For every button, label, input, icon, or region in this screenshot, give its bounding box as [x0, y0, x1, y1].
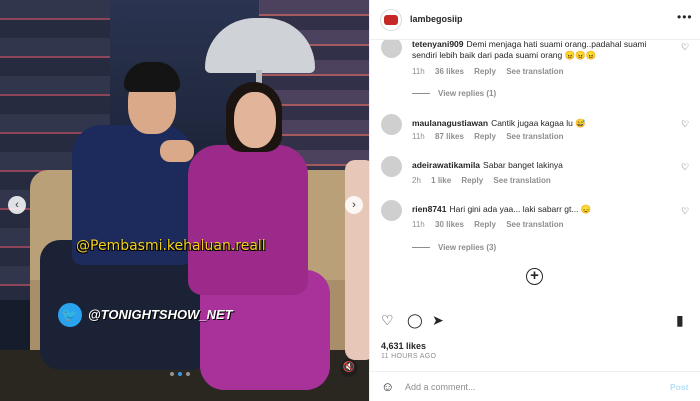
see-translation-button[interactable]: See translation — [506, 67, 563, 76]
comment-username[interactable]: tetenyani909 — [412, 40, 464, 49]
post-likes-count[interactable]: 4,631 likes — [381, 341, 426, 351]
carousel-dot — [170, 372, 174, 376]
view-replies-button[interactable]: View replies (3) — [412, 243, 496, 252]
avatar[interactable] — [381, 156, 402, 177]
comment-time: 2h — [412, 176, 421, 185]
comment-body: Hari gini ada yaa... laki sabarr gt... 😞 — [449, 204, 592, 214]
reply-button[interactable]: Reply — [474, 67, 496, 76]
comment-list[interactable]: tetenyani909 Demi menjaga hati suami oran… — [370, 40, 700, 305]
partial-person-right — [345, 160, 369, 360]
account-logo-icon — [384, 15, 398, 25]
comment-likes[interactable]: 1 like — [431, 176, 451, 185]
heart-icon[interactable]: ♡ — [381, 313, 394, 327]
load-more-comments-button[interactable]: + — [526, 268, 543, 285]
see-translation-button[interactable]: See translation — [493, 176, 550, 185]
comment-body: Sabar banget lakinya — [483, 160, 563, 170]
post-media[interactable]: @Pembasmi.kehaluan.reall 🐦 @TONIGHTSHOW_… — [0, 0, 369, 401]
carousel-next-button[interactable]: › — [345, 196, 363, 214]
emoji-icon[interactable]: ☺ — [381, 380, 394, 393]
carousel-prev-button[interactable]: ‹ — [8, 196, 26, 214]
see-translation-button[interactable]: See translation — [506, 132, 563, 141]
post-timestamp[interactable]: 11 HOURS AGO — [381, 353, 436, 360]
comment-icon[interactable]: ◯ — [407, 313, 423, 327]
man-hair — [124, 62, 180, 92]
replies-divider — [412, 93, 430, 94]
comment-meta: 11h 36 likes Reply See translation — [412, 67, 572, 76]
carousel-dot — [186, 372, 190, 376]
account-username[interactable]: lambegosiip — [410, 14, 463, 24]
comment-likes[interactable]: 36 likes — [435, 67, 464, 76]
carousel-dots — [170, 372, 190, 376]
account-avatar[interactable] — [380, 9, 402, 31]
view-replies-label: View replies (1) — [438, 89, 497, 98]
replies-divider — [412, 247, 430, 248]
comment-time: 11h — [412, 132, 425, 141]
comment-username[interactable]: adeirawatikamila — [412, 160, 480, 170]
comment-time: 11h — [412, 67, 425, 76]
watermark-handle: @Pembasmi.kehaluan.reall — [76, 238, 266, 254]
reply-button[interactable]: Reply — [474, 132, 496, 141]
reply-button[interactable]: Reply — [474, 220, 496, 229]
post-comment-button[interactable]: Post — [670, 382, 688, 392]
heart-icon[interactable]: ♡ — [681, 119, 689, 130]
twitter-icon: 🐦 — [58, 303, 82, 327]
mute-icon[interactable]: 🔇 — [340, 359, 358, 377]
twitter-handle: @TONIGHTSHOW_NET — [88, 307, 233, 322]
post-sidebar: lambegosiip ••• tetenyani909 Demi menjaga… — [369, 0, 700, 401]
comment-username[interactable]: rien8741 — [412, 204, 447, 214]
share-icon[interactable]: ➤ — [432, 313, 444, 327]
comment-text: adeirawatikamila Sabar banget lakinya — [412, 160, 672, 171]
comment-likes[interactable]: 87 likes — [435, 132, 464, 141]
comment-username[interactable]: maulanagustiawan — [412, 118, 488, 128]
view-replies-button[interactable]: View replies (1) — [412, 89, 496, 98]
view-replies-label: View replies (3) — [438, 243, 497, 252]
comment-text: tetenyani909 Demi menjaga hati suami oran… — [412, 40, 672, 61]
avatar[interactable] — [381, 114, 402, 135]
comment-body: Cantik jugaa kagaa lu 😅 — [491, 118, 586, 128]
comment-text: maulanagustiawan Cantik jugaa kagaa lu 😅 — [412, 118, 672, 129]
heart-icon[interactable]: ♡ — [681, 42, 689, 53]
comment-meta: 11h 30 likes Reply See translation — [412, 220, 572, 229]
comment-meta: 2h 1 like Reply See translation — [412, 176, 559, 185]
post-actions: ♡ ◯ ➤ ▮ — [370, 305, 700, 335]
comment-time: 11h — [412, 220, 425, 229]
reply-button[interactable]: Reply — [461, 176, 483, 185]
man-hand — [160, 140, 194, 162]
post-header: lambegosiip ••• — [370, 0, 700, 40]
more-horizontal-icon[interactable]: ••• — [677, 10, 693, 24]
comment-meta: 11h 87 likes Reply See translation — [412, 132, 572, 141]
woman-head — [234, 92, 276, 148]
heart-icon[interactable]: ♡ — [681, 206, 689, 217]
bookmark-icon[interactable]: ▮ — [676, 313, 684, 327]
comment-text: rien8741 Hari gini ada yaa... laki sabarr… — [412, 204, 672, 215]
carousel-dot-active — [178, 372, 182, 376]
comment-likes[interactable]: 30 likes — [435, 220, 464, 229]
avatar[interactable] — [381, 40, 402, 58]
comment-composer: ☺ Post — [370, 371, 700, 401]
see-translation-button[interactable]: See translation — [506, 220, 563, 229]
avatar[interactable] — [381, 200, 402, 221]
woman-body — [188, 145, 308, 295]
heart-icon[interactable]: ♡ — [681, 162, 689, 173]
comment-input[interactable] — [405, 379, 655, 395]
